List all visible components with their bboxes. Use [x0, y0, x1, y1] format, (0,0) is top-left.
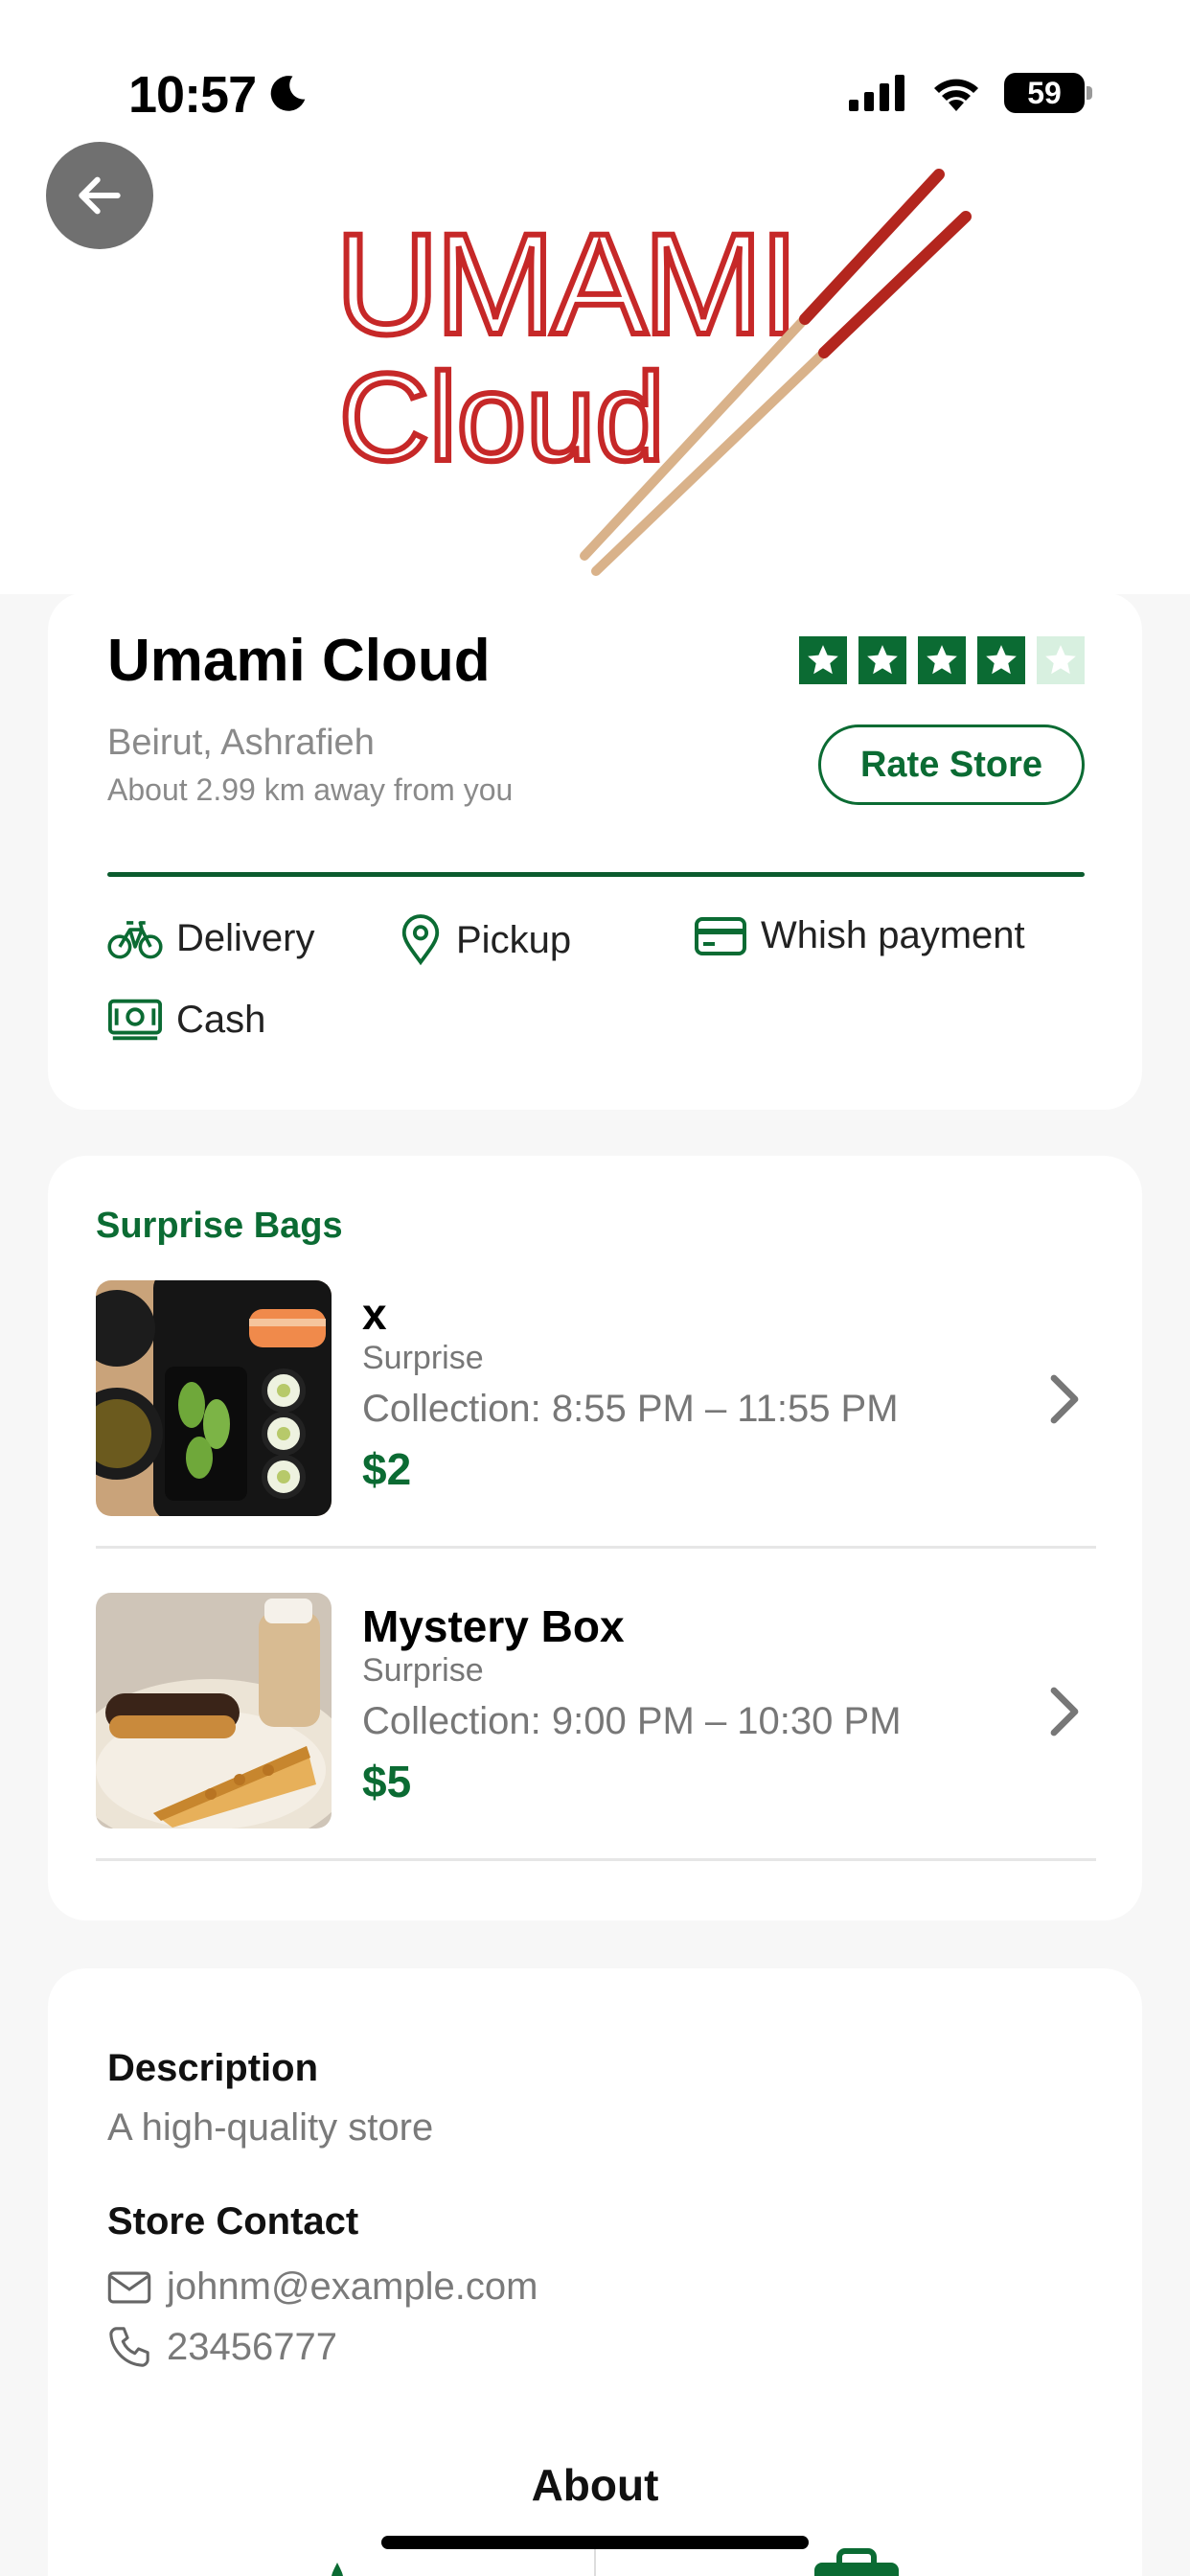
star-icon	[799, 636, 847, 684]
bag-collection-time: Collection: 8:55 PM – 11:55 PM	[362, 1388, 899, 1430]
bicycle-icon	[107, 921, 163, 959]
home-indicator[interactable]	[381, 2536, 809, 2549]
map-pin-icon	[401, 914, 440, 966]
store-info-card: Umami Cloud Beirut, Ashrafieh About 2.99…	[48, 592, 1142, 1110]
store-logo: UMAMI Cloud	[332, 169, 972, 576]
feature-label: Whish payment	[761, 914, 1025, 956]
star-icon	[1037, 636, 1085, 684]
chevron-right-icon	[1050, 1687, 1079, 1736]
row-divider	[96, 1858, 1096, 1861]
status-icons: 59	[849, 73, 1092, 113]
bag-item[interactable]: Mystery Box Surprise Collection: 9:00 PM…	[96, 1593, 1096, 1861]
surprise-bags-card: Surprise Bags x Surprise Collection: 8:5…	[48, 1156, 1142, 1920]
rate-store-button[interactable]: Rate Store	[818, 724, 1085, 805]
bag-name: Mystery Box	[362, 1601, 625, 1651]
feature-cash: Cash	[107, 997, 265, 1043]
store-distance: About 2.99 km away from you	[107, 772, 514, 807]
drop-icon	[332, 2563, 343, 2576]
store-details-card: Description A high-quality store Store C…	[48, 1968, 1142, 2576]
status-bar: 10:57 59	[0, 0, 1190, 144]
phone-text: 23456777	[167, 2325, 337, 2368]
section-title: Surprise Bags	[96, 1206, 343, 1246]
star-icon	[918, 636, 966, 684]
bag-icon	[814, 2548, 899, 2576]
contact-label: Store Contact	[107, 2200, 359, 2242]
chevron-right-icon	[1050, 1374, 1079, 1424]
credit-card-icon	[695, 916, 746, 955]
wifi-icon	[934, 79, 978, 111]
description-label: Description	[107, 2047, 319, 2089]
phone-icon	[109, 2327, 149, 2367]
logo-text-umami: UMAMI	[335, 203, 795, 364]
feature-pickup: Pickup	[399, 914, 571, 966]
store-location: Beirut, Ashrafieh	[107, 723, 375, 763]
star-icon	[858, 636, 906, 684]
divider	[107, 872, 1085, 877]
email-text: johnm@example.com	[167, 2266, 538, 2308]
store-name: Umami Cloud	[107, 628, 491, 694]
battery-icon: 59	[1004, 73, 1092, 113]
contact-phone[interactable]: 23456777	[107, 2325, 337, 2369]
cash-icon	[107, 999, 163, 1041]
feature-label: Cash	[176, 998, 266, 1041]
feature-whish-payment: Whish payment	[694, 914, 1025, 957]
star-icon	[977, 636, 1025, 684]
feature-label: Pickup	[456, 918, 572, 961]
bag-item[interactable]: x Surprise Collection: 8:55 PM – 11:55 P…	[96, 1280, 1096, 1549]
bag-collection-time: Collection: 9:00 PM – 10:30 PM	[362, 1700, 902, 1742]
about-heading: About	[531, 2460, 659, 2510]
rating-stars	[799, 636, 1085, 684]
bag-type: Surprise	[362, 1652, 484, 1689]
row-divider	[96, 1546, 1096, 1549]
bag-price: $5	[362, 1757, 412, 1806]
logo-text-cloud: Cloud	[339, 347, 665, 487]
bag-name: x	[362, 1289, 387, 1339]
description-text: A high-quality store	[107, 2106, 434, 2149]
feature-label: Delivery	[176, 916, 315, 959]
back-button[interactable]	[46, 142, 153, 249]
contact-email[interactable]: johnm@example.com	[107, 2266, 538, 2309]
battery-level: 59	[1027, 75, 1062, 110]
bag-image-pastry	[96, 1593, 332, 1828]
status-time: 10:57	[128, 66, 257, 124]
store-page: 10:57 59 UMAMI Cloud Umami Cloud Beirut,…	[0, 0, 1190, 2576]
bag-image-sushi	[96, 1280, 332, 1516]
mail-icon	[107, 2271, 151, 2303]
feature-delivery: Delivery	[107, 914, 314, 962]
signal-icon	[849, 75, 904, 111]
bag-price: $2	[362, 1444, 412, 1494]
moon-icon	[270, 76, 306, 111]
bag-type: Surprise	[362, 1340, 484, 1376]
arrow-left-icon	[79, 176, 121, 215]
